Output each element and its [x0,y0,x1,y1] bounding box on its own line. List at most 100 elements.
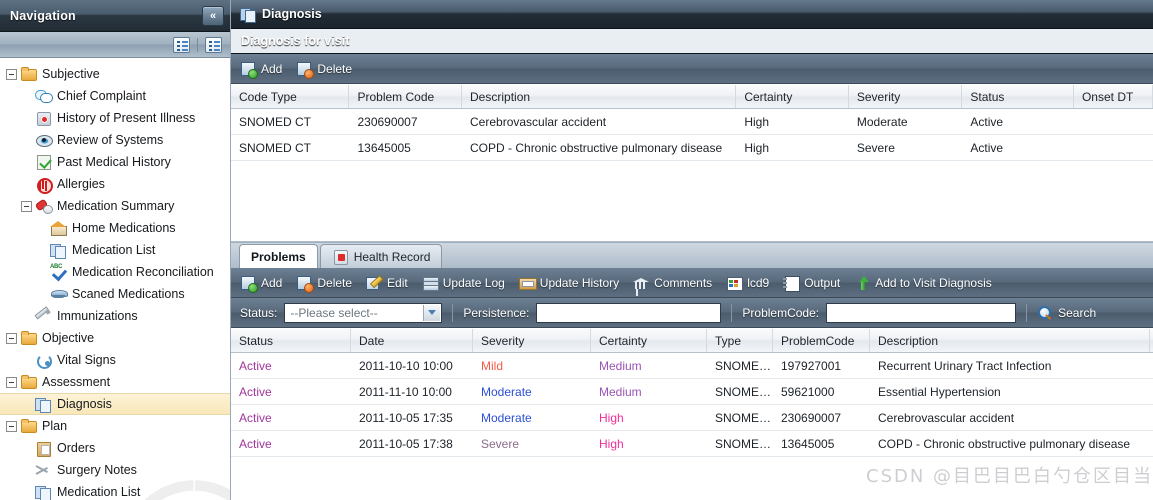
lcd9-button[interactable]: lcd9 [726,275,769,291]
problemcode-input[interactable] [826,302,1017,323]
sidebar-item-medication-list[interactable]: Medication List [0,481,230,500]
toolbar-button-label: Update Log [442,275,505,290]
sidebar-item-plan[interactable]: Plan [0,415,230,437]
sidebar-item-past-medical-history[interactable]: Past Medical History [0,151,230,173]
sidebar-item-review-of-systems[interactable]: Review of Systems [0,129,230,151]
page-add-icon [240,275,258,293]
folder-icon [20,330,37,346]
toolbar-button-label: Delete [317,61,353,76]
column-header[interactable]: Date [351,329,473,352]
sidebar-item-immunizations[interactable]: Immunizations [0,305,230,327]
tree-expander-icon[interactable] [6,68,17,80]
table-cell-problem-code: 59621000 [781,384,835,399]
list-view-icon[interactable] [205,36,222,53]
scanner-icon [50,286,68,302]
table-cell-problem-code: 13645005 [781,436,835,451]
column-header[interactable]: Status [962,85,1074,108]
column-header[interactable]: Problem Code [349,85,463,108]
sidebar-item-allergies[interactable]: Allergies [0,173,230,195]
output-button[interactable]: Output [783,275,840,292]
add-button[interactable]: Add [240,275,282,293]
column-header[interactable]: Type [707,329,773,352]
column-header[interactable]: Severity [473,329,591,352]
table-row[interactable]: Active 2011-10-10 10:00 Mild Medium SNOME… 19… [231,353,1153,379]
filter-divider [1026,303,1028,322]
toolbar-button-label: Edit [387,275,408,290]
tree-view-icon[interactable] [173,36,190,53]
column-header[interactable]: Onset DT [1074,85,1153,108]
table-cell-description: Cerebrovascular accident [878,410,1015,425]
sidebar-item-vital-signs[interactable]: Vital Signs [0,349,230,371]
table-cell-status: Active [239,358,272,373]
column-header[interactable]: Code Type [231,85,350,108]
persistence-input[interactable] [536,302,722,323]
table-cell-severity: Severe [481,436,520,451]
add-to-visit-diagnosis-button[interactable]: Add to Visit Diagnosis [854,275,992,291]
documents-icon [35,484,52,500]
add-button[interactable]: Add [240,61,282,79]
stethoscope-icon [35,352,52,369]
eye-icon [35,132,53,148]
column-header[interactable]: Status [231,329,351,352]
documents-icon [240,7,256,23]
sidebar-item-medication-reconciliation[interactable]: Medication Reconciliation [0,261,230,283]
table-row[interactable]: SNOMED CT 230690007 Cerebrovascular accide… [231,109,1153,135]
edit-button[interactable]: Edit [366,275,408,291]
table-row[interactable]: SNOMED CT 13645005 COPD - Chronic obstruct… [231,135,1153,161]
tree-expander-icon[interactable] [6,332,17,344]
delete-button[interactable]: Delete [296,61,353,79]
sidebar-item-label: Orders [57,441,96,455]
filter-divider [452,303,454,322]
sidebar-item-history-of-present-illness[interactable]: History of Present Illness [0,107,230,129]
sidebar-item-assessment[interactable]: Assessment [0,371,230,393]
update-history-button[interactable]: Update History [518,275,619,291]
tree-expander-icon[interactable] [6,376,17,388]
table-row[interactable]: Active 2011-10-05 17:38 Severe High SNOME… 13… [231,431,1153,457]
table-cell [1074,135,1153,160]
navigation-title: Navigation [10,8,76,23]
sidebar-item-orders[interactable]: Orders [0,437,230,459]
tab-health-record[interactable]: Health Record [319,244,443,268]
notebook-icon [783,275,801,292]
column-header[interactable]: ProblemCode [773,329,870,352]
tree-expander-icon[interactable] [21,200,32,212]
column-header[interactable]: Certainty [736,85,849,108]
chevron-down-icon[interactable] [423,304,441,321]
delete-button[interactable]: Delete [296,275,352,293]
comments-button[interactable]: Comments [633,275,712,291]
grid-body: Active 2011-10-10 10:00 Mild Medium SNOME… 19… [231,353,1153,457]
column-header[interactable]: Description [462,85,737,108]
table-row[interactable]: Active 2011-11-10 10:00 Moderate Medium SNOM… [231,379,1153,405]
health-record-icon [332,249,349,265]
grid-body: SNOMED CT 230690007 Cerebrovascular accide… [231,109,1153,161]
update-log-button[interactable]: Update Log [422,275,505,291]
drawer-icon [518,275,537,291]
sidebar-item-objective[interactable]: Objective [0,327,230,349]
sidebar-item-home-medications[interactable]: Home Medications [0,217,230,239]
column-header[interactable]: Description [870,329,1150,352]
table-cell: Active [970,140,1004,155]
persistence-filter-label: Persistence: [463,305,530,320]
table-cell-type: SNOME… [715,436,772,451]
sidebar-item-subjective[interactable]: Subjective [0,63,230,85]
status-select[interactable]: --Please select-- [284,302,443,323]
sidebar-item-diagnosis[interactable]: Diagnosis [0,393,230,415]
search-button[interactable]: Search [1037,305,1096,321]
toolbar-divider [197,37,198,52]
folder-icon [20,418,37,434]
sidebar-item-medication-list[interactable]: Medication List [0,239,230,261]
tree-expander-icon[interactable] [6,420,17,432]
table-cell-status: Active [239,384,272,399]
navigation-toolbar [0,32,230,58]
problems-toolbar: Add Delete Edit Update Log Update History Com… [231,268,1153,298]
double-chevron-left-icon[interactable]: « [202,5,224,26]
sidebar-item-scaned-medications[interactable]: Scaned Medications [0,283,230,305]
tab-problems[interactable]: Problems [239,244,318,268]
column-header[interactable]: Certainty [591,329,707,352]
folder-icon [20,374,37,390]
table-row[interactable]: Active 2011-10-05 17:35 Moderate High SNOME…… [231,405,1153,431]
sidebar-item-medication-summary[interactable]: Medication Summary [0,195,230,217]
sidebar-item-surgery-notes[interactable]: Surgery Notes [0,459,230,481]
sidebar-item-chief-complaint[interactable]: Chief Complaint [0,85,230,107]
column-header[interactable]: Severity [849,85,963,108]
